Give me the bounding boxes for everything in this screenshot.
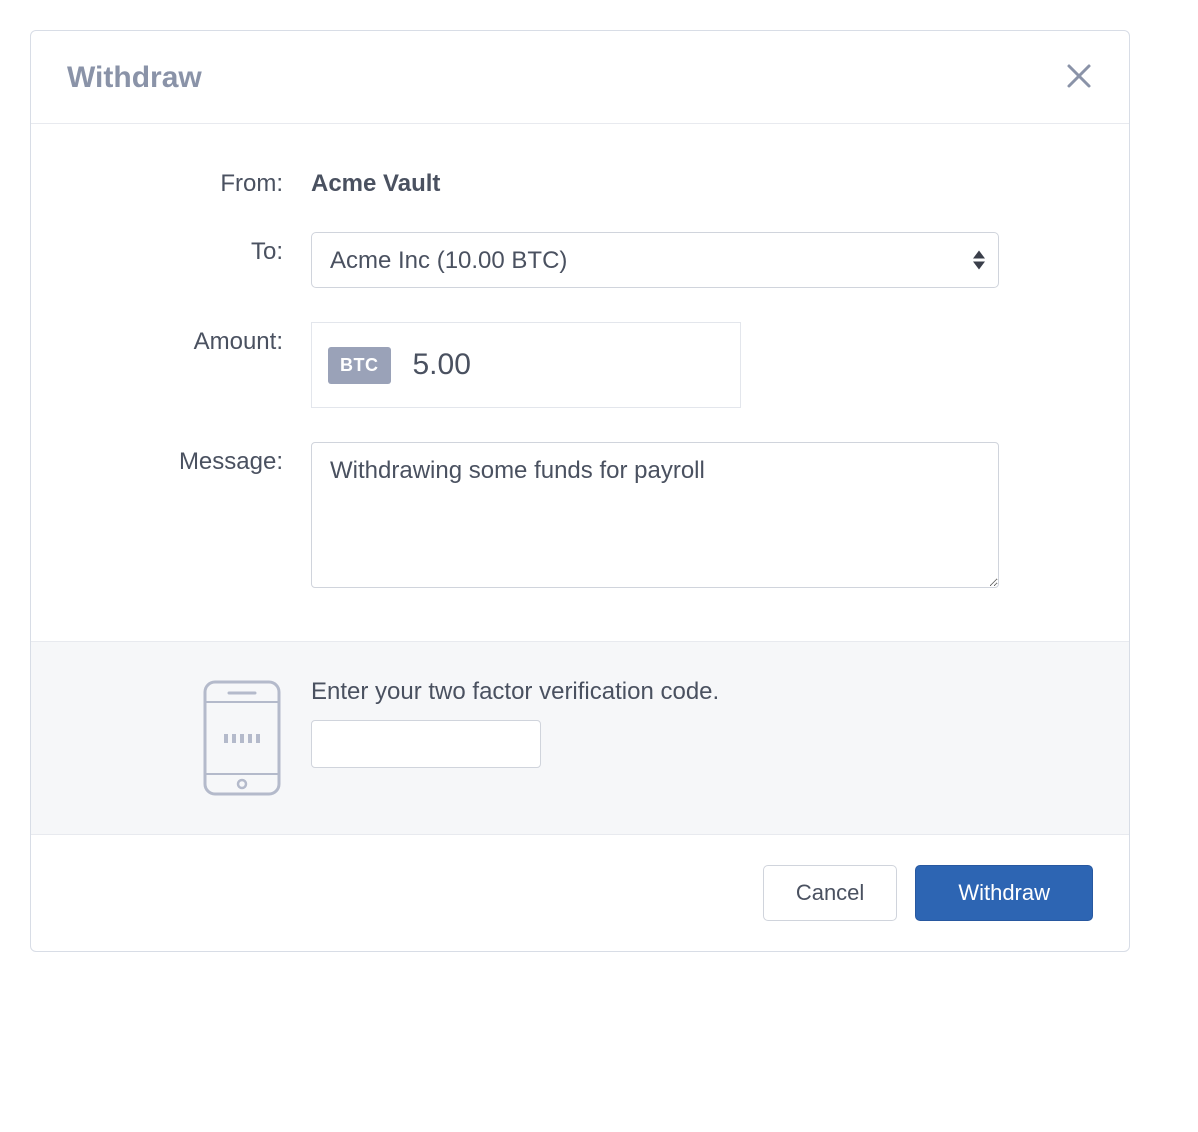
twofa-code-input[interactable] (311, 720, 541, 768)
twofa-prompt: Enter your two factor verification code. (311, 678, 1129, 706)
withdraw-modal: Withdraw From: Acme Vault To: Acme Inc (… (30, 30, 1130, 952)
message-textarea[interactable] (311, 442, 999, 588)
amount-input-group: BTC (311, 322, 741, 408)
cancel-button[interactable]: Cancel (763, 865, 897, 921)
from-label: From: (31, 164, 311, 198)
withdraw-button[interactable]: Withdraw (915, 865, 1093, 921)
modal-title: Withdraw (67, 61, 202, 95)
from-row: From: Acme Vault (31, 164, 1129, 198)
twofa-section: Enter your two factor verification code. (31, 641, 1129, 835)
currency-badge: BTC (328, 347, 391, 384)
amount-row: Amount: BTC (31, 322, 1129, 408)
modal-body: From: Acme Vault To: Acme Inc (10.00 BTC… (31, 124, 1129, 641)
message-label: Message: (31, 442, 311, 476)
from-value: Acme Vault (311, 164, 999, 198)
modal-header: Withdraw (31, 31, 1129, 124)
to-label: To: (31, 232, 311, 266)
modal-footer: Cancel Withdraw (31, 835, 1129, 951)
message-row: Message: (31, 442, 1129, 593)
phone-icon (201, 678, 283, 798)
amount-input[interactable] (413, 348, 613, 382)
close-icon[interactable] (1065, 62, 1093, 95)
amount-label: Amount: (31, 322, 311, 356)
to-select[interactable]: Acme Inc (10.00 BTC) (311, 232, 999, 288)
to-row: To: Acme Inc (10.00 BTC) (31, 232, 1129, 288)
